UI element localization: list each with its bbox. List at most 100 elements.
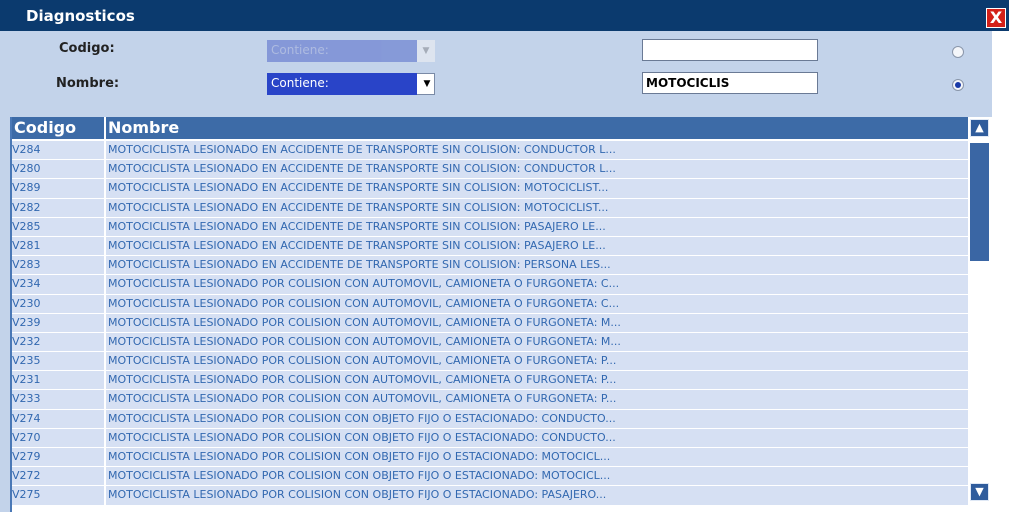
row-separator bbox=[104, 294, 106, 313]
row-code: V232 bbox=[12, 334, 41, 348]
row-separator bbox=[104, 448, 106, 467]
row-name: MOTOCICLISTA LESIONADO POR COLISION CON … bbox=[108, 354, 617, 368]
codigo-input[interactable] bbox=[642, 39, 818, 61]
row-code: V275 bbox=[12, 488, 41, 502]
row-separator bbox=[104, 275, 106, 294]
row-separator bbox=[104, 217, 106, 236]
row-code: V272 bbox=[12, 469, 41, 483]
table-row[interactable]: V230 MOTOCICLISTA LESIONADO POR COLISION … bbox=[10, 294, 968, 314]
chevron-down-icon: ▼ bbox=[422, 46, 430, 56]
row-separator bbox=[104, 236, 106, 256]
row-code: V281 bbox=[12, 238, 41, 252]
table-row[interactable]: V270 MOTOCICLISTA LESIONADO POR COLISION … bbox=[10, 428, 968, 448]
arrow-up-icon[interactable]: ▲ bbox=[970, 119, 989, 137]
row-separator bbox=[104, 179, 106, 198]
table-row[interactable]: V283 MOTOCICLISTA LESIONADO EN ACCIDENTE … bbox=[10, 256, 968, 276]
table-row[interactable]: V274 MOTOCICLISTA LESIONADO POR COLISION … bbox=[10, 409, 968, 429]
row-name: MOTOCICLISTA LESIONADO EN ACCIDENTE DE T… bbox=[108, 162, 616, 176]
nombre-input[interactable]: MOTOCICLIS bbox=[642, 72, 818, 94]
row-name: MOTOCICLISTA LESIONADO POR COLISION CON … bbox=[108, 411, 616, 425]
row-name: MOTOCICLISTA LESIONADO POR COLISION CON … bbox=[108, 469, 611, 483]
row-code: V283 bbox=[12, 258, 41, 272]
grid-header: Codigo Nombre bbox=[10, 117, 968, 139]
row-name: MOTOCICLISTA LESIONADO EN ACCIDENTE DE T… bbox=[108, 258, 611, 272]
row-name: MOTOCICLISTA LESIONADO POR COLISION CON … bbox=[108, 392, 617, 406]
vertical-scrollbar[interactable]: ▲ ▼ bbox=[968, 117, 992, 512]
nombre-operator-value: Contiene: bbox=[267, 73, 417, 95]
row-code: V231 bbox=[12, 373, 41, 387]
row-separator bbox=[104, 428, 106, 447]
row-name: MOTOCICLISTA LESIONADO POR COLISION CON … bbox=[108, 277, 620, 291]
table-row[interactable]: V233 MOTOCICLISTA LESIONADO POR COLISION … bbox=[10, 390, 968, 410]
codigo-radio[interactable] bbox=[952, 46, 964, 58]
window-right-edge bbox=[992, 31, 1009, 512]
table-row[interactable]: V235 MOTOCICLISTA LESIONADO POR COLISION … bbox=[10, 352, 968, 372]
table-row[interactable]: V275 MOTOCICLISTA LESIONADO POR COLISION … bbox=[10, 486, 968, 506]
header-separator bbox=[104, 117, 106, 139]
column-header-codigo[interactable]: Codigo bbox=[14, 118, 76, 137]
row-separator bbox=[104, 332, 106, 352]
row-separator bbox=[104, 371, 106, 390]
codigo-operator-value: Contiene: bbox=[267, 40, 417, 62]
codigo-label: Codigo: bbox=[59, 41, 115, 56]
grid-left-border bbox=[10, 117, 12, 512]
table-row[interactable]: V232 MOTOCICLISTA LESIONADO POR COLISION … bbox=[10, 332, 968, 353]
column-header-nombre[interactable]: Nombre bbox=[108, 118, 179, 137]
chevron-down-icon: ▼ bbox=[423, 79, 431, 89]
row-code: V239 bbox=[12, 315, 41, 329]
row-separator bbox=[104, 313, 106, 332]
row-code: V274 bbox=[12, 411, 41, 425]
table-row[interactable]: V285 MOTOCICLISTA LESIONADO EN ACCIDENTE … bbox=[10, 217, 968, 237]
scrollbar-thumb[interactable] bbox=[970, 143, 989, 261]
grid-rows: V284 MOTOCICLISTA LESIONADO EN ACCIDENTE … bbox=[10, 141, 968, 506]
row-name: MOTOCICLISTA LESIONADO POR COLISION CON … bbox=[108, 430, 616, 444]
table-row[interactable]: V272 MOTOCICLISTA LESIONADO POR COLISION … bbox=[10, 467, 968, 487]
row-separator bbox=[104, 198, 106, 217]
row-code: V270 bbox=[12, 430, 41, 444]
table-row[interactable]: V284 MOTOCICLISTA LESIONADO EN ACCIDENTE … bbox=[10, 141, 968, 161]
filter-panel: Codigo: Contiene: ▼ Nombre: Contiene: ▼ … bbox=[10, 31, 992, 113]
codigo-operator-select[interactable]: Contiene: ▼ bbox=[267, 40, 435, 62]
row-code: V234 bbox=[12, 277, 41, 291]
row-name: MOTOCICLISTA LESIONADO EN ACCIDENTE DE T… bbox=[108, 238, 606, 252]
row-name: MOTOCICLISTA LESIONADO EN ACCIDENTE DE T… bbox=[108, 200, 609, 214]
row-separator bbox=[104, 256, 106, 275]
table-row[interactable]: V280 MOTOCICLISTA LESIONADO EN ACCIDENTE … bbox=[10, 160, 968, 180]
table-row[interactable]: V281 MOTOCICLISTA LESIONADO EN ACCIDENTE … bbox=[10, 236, 968, 257]
row-code: V280 bbox=[12, 162, 41, 176]
title-bar: Diagnosticos X bbox=[0, 0, 1009, 31]
window-title: Diagnosticos bbox=[26, 7, 135, 25]
row-code: V279 bbox=[12, 450, 41, 463]
close-button[interactable]: X bbox=[986, 8, 1006, 28]
row-name: MOTOCICLISTA LESIONADO EN ACCIDENTE DE T… bbox=[108, 219, 606, 233]
table-row[interactable]: V231 MOTOCICLISTA LESIONADO POR COLISION … bbox=[10, 371, 968, 391]
row-code: V235 bbox=[12, 354, 41, 368]
row-name: MOTOCICLISTA LESIONADO EN ACCIDENTE DE T… bbox=[108, 181, 609, 195]
row-name: MOTOCICLISTA LESIONADO POR COLISION CON … bbox=[108, 334, 621, 348]
nombre-radio[interactable] bbox=[952, 79, 964, 91]
table-row[interactable]: V234 MOTOCICLISTA LESIONADO POR COLISION … bbox=[10, 275, 968, 295]
table-row[interactable]: V279 MOTOCICLISTA LESIONADO POR COLISION … bbox=[10, 448, 968, 468]
results-grid: Codigo Nombre V284 MOTOCICLISTA LESIONADO… bbox=[10, 117, 968, 512]
row-name: MOTOCICLISTA LESIONADO POR COLISION CON … bbox=[108, 373, 617, 387]
row-separator bbox=[104, 390, 106, 409]
row-code: V285 bbox=[12, 219, 41, 233]
row-code: V282 bbox=[12, 200, 41, 214]
row-name: MOTOCICLISTA LESIONADO EN ACCIDENTE DE T… bbox=[108, 143, 616, 156]
row-separator bbox=[104, 486, 106, 505]
row-code: V289 bbox=[12, 181, 41, 195]
row-name: MOTOCICLISTA LESIONADO POR COLISION CON … bbox=[108, 315, 621, 329]
row-name: MOTOCICLISTA LESIONADO POR COLISION CON … bbox=[108, 450, 611, 463]
row-code: V230 bbox=[12, 296, 41, 310]
table-row[interactable]: V289 MOTOCICLISTA LESIONADO EN ACCIDENTE … bbox=[10, 179, 968, 199]
table-row[interactable]: V239 MOTOCICLISTA LESIONADO POR COLISION … bbox=[10, 313, 968, 333]
diagnosticos-window: Diagnosticos X Codigo: Contiene: ▼ Nombr… bbox=[0, 0, 1009, 512]
arrow-down-icon[interactable]: ▼ bbox=[970, 483, 989, 501]
table-row[interactable]: V282 MOTOCICLISTA LESIONADO EN ACCIDENTE … bbox=[10, 198, 968, 218]
row-code: V233 bbox=[12, 392, 41, 406]
nombre-operator-select[interactable]: Contiene: ▼ bbox=[267, 73, 435, 95]
row-separator bbox=[104, 409, 106, 428]
row-separator bbox=[104, 160, 106, 179]
row-name: MOTOCICLISTA LESIONADO POR COLISION CON … bbox=[108, 296, 620, 310]
row-separator bbox=[104, 467, 106, 486]
